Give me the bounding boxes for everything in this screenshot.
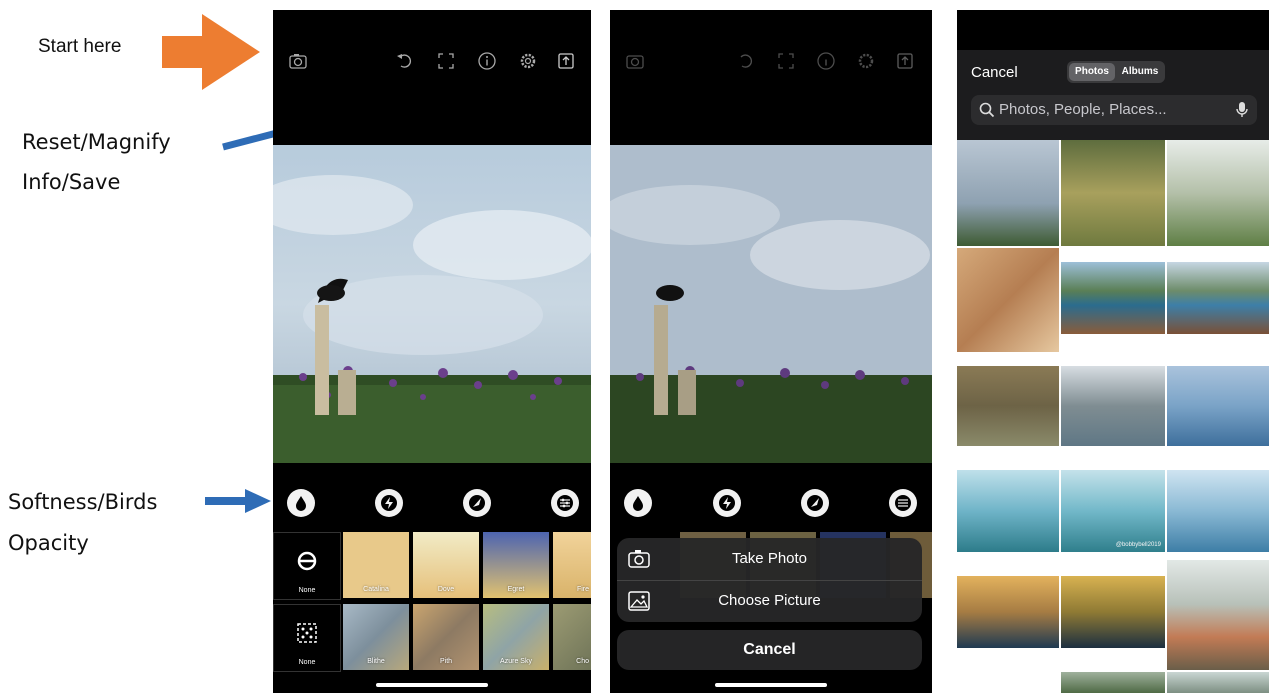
tile-pith[interactable]: Pith <box>413 604 479 670</box>
magnify-icon[interactable] <box>775 50 797 72</box>
top-toolbar <box>273 50 591 74</box>
edited-photo <box>273 145 591 463</box>
tile-dove[interactable]: Dove <box>413 532 479 598</box>
share-save-icon[interactable] <box>894 50 916 72</box>
grid-photo[interactable] <box>957 248 1059 352</box>
microphone-icon[interactable] <box>1235 101 1249 119</box>
lightning-icon[interactable] <box>375 489 403 517</box>
sliders-icon[interactable] <box>551 489 579 517</box>
tile-azure-sky[interactable]: Azure Sky <box>483 604 549 670</box>
picker-cancel-button[interactable]: Cancel <box>971 64 1018 81</box>
tab-photos[interactable]: Photos <box>1069 63 1115 81</box>
home-indicator <box>376 683 488 687</box>
photo-grid: @bobbybell2019 <box>957 140 1269 693</box>
take-photo-label: Take Photo <box>731 550 808 567</box>
segmented-control: Photos Albums <box>1067 61 1165 83</box>
share-save-icon[interactable] <box>555 50 577 72</box>
settings-icon[interactable] <box>517 50 539 72</box>
tile-blithe[interactable]: Blithe <box>343 604 409 670</box>
grid-photo[interactable] <box>1061 672 1165 693</box>
home-indicator <box>715 683 827 687</box>
grid-photo[interactable] <box>1061 576 1165 648</box>
grid-photo[interactable] <box>1167 366 1269 446</box>
phone-photo-picker: Cancel Photos Albums Photos, People, Pla… <box>957 10 1269 693</box>
tool-bar-dimmed <box>610 485 932 521</box>
action-sheet: Take Photo Choose Picture <box>617 538 922 622</box>
grid-photo[interactable] <box>957 576 1059 648</box>
reset-icon[interactable] <box>394 50 416 72</box>
info-icon[interactable] <box>476 50 498 72</box>
grid-photo[interactable]: @bobbybell2019 <box>1061 470 1165 552</box>
tile-none-2[interactable]: None <box>273 604 341 672</box>
tile-fire[interactable]: Fire <box>553 532 591 598</box>
opacity-note: Opacity <box>8 531 89 555</box>
grid-photo[interactable] <box>957 366 1059 446</box>
grid-photo[interactable] <box>1061 262 1165 334</box>
tile-cho[interactable]: Cho <box>553 604 591 670</box>
cancel-label: Cancel <box>743 641 796 658</box>
blue-arrow-bottom-icon <box>205 489 271 513</box>
grid-photo[interactable] <box>1167 470 1269 552</box>
take-photo-option[interactable]: Take Photo <box>617 538 922 581</box>
choose-picture-label: Choose Picture <box>718 592 821 609</box>
picker-header: Cancel Photos Albums Photos, People, Pla… <box>957 50 1269 140</box>
photo-watermark: @bobbybell2019 <box>1115 542 1161 548</box>
search-icon <box>979 102 995 118</box>
grid-photo[interactable] <box>1061 140 1165 246</box>
tile-egret[interactable]: Egret <box>483 532 549 598</box>
grid-photo[interactable] <box>957 140 1059 246</box>
phone-main-screen: None Catalina Dove Egret Fire None Blith… <box>273 10 591 693</box>
camera-icon[interactable] <box>287 50 309 72</box>
info-save-note: Info/Save <box>22 170 121 194</box>
info-icon[interactable] <box>815 50 837 72</box>
grid-photo[interactable] <box>1167 560 1269 670</box>
top-toolbar-dimmed <box>610 50 932 74</box>
edited-photo-dimmed <box>610 145 932 463</box>
grid-photo[interactable] <box>1167 140 1269 246</box>
search-placeholder: Photos, People, Places... <box>999 101 1167 118</box>
sliders-icon[interactable] <box>889 489 917 517</box>
texture-tiles: None Catalina Dove Egret Fire None Blith… <box>273 532 591 677</box>
tile-none-1[interactable]: None <box>273 532 341 600</box>
choose-picture-option[interactable]: Choose Picture <box>617 580 922 622</box>
lightning-icon[interactable] <box>713 489 741 517</box>
magnify-icon[interactable] <box>435 50 457 72</box>
cancel-button[interactable]: Cancel <box>617 630 922 670</box>
camera-icon[interactable] <box>624 50 646 72</box>
grid-photo[interactable] <box>957 470 1059 552</box>
bird-icon[interactable] <box>801 489 829 517</box>
search-field[interactable]: Photos, People, Places... <box>971 95 1257 125</box>
settings-icon[interactable] <box>855 50 877 72</box>
reset-magnify-note: Reset/Magnify <box>22 130 171 154</box>
tile-catalina[interactable]: Catalina <box>343 532 409 598</box>
bird-icon[interactable] <box>463 489 491 517</box>
start-here-note: Start here <box>38 36 122 57</box>
tab-albums[interactable]: Albums <box>1117 63 1163 81</box>
softness-drop-icon[interactable] <box>287 489 315 517</box>
grid-photo[interactable] <box>1061 366 1165 446</box>
softness-drop-icon[interactable] <box>624 489 652 517</box>
phone-action-sheet-screen: Take Photo Choose Picture Cancel <box>610 10 932 693</box>
grid-photo[interactable] <box>1167 262 1269 334</box>
reset-icon[interactable] <box>735 50 757 72</box>
softness-birds-note: Softness/Birds <box>8 490 158 514</box>
tool-bar <box>273 485 591 521</box>
grid-photo[interactable] <box>1167 672 1269 693</box>
